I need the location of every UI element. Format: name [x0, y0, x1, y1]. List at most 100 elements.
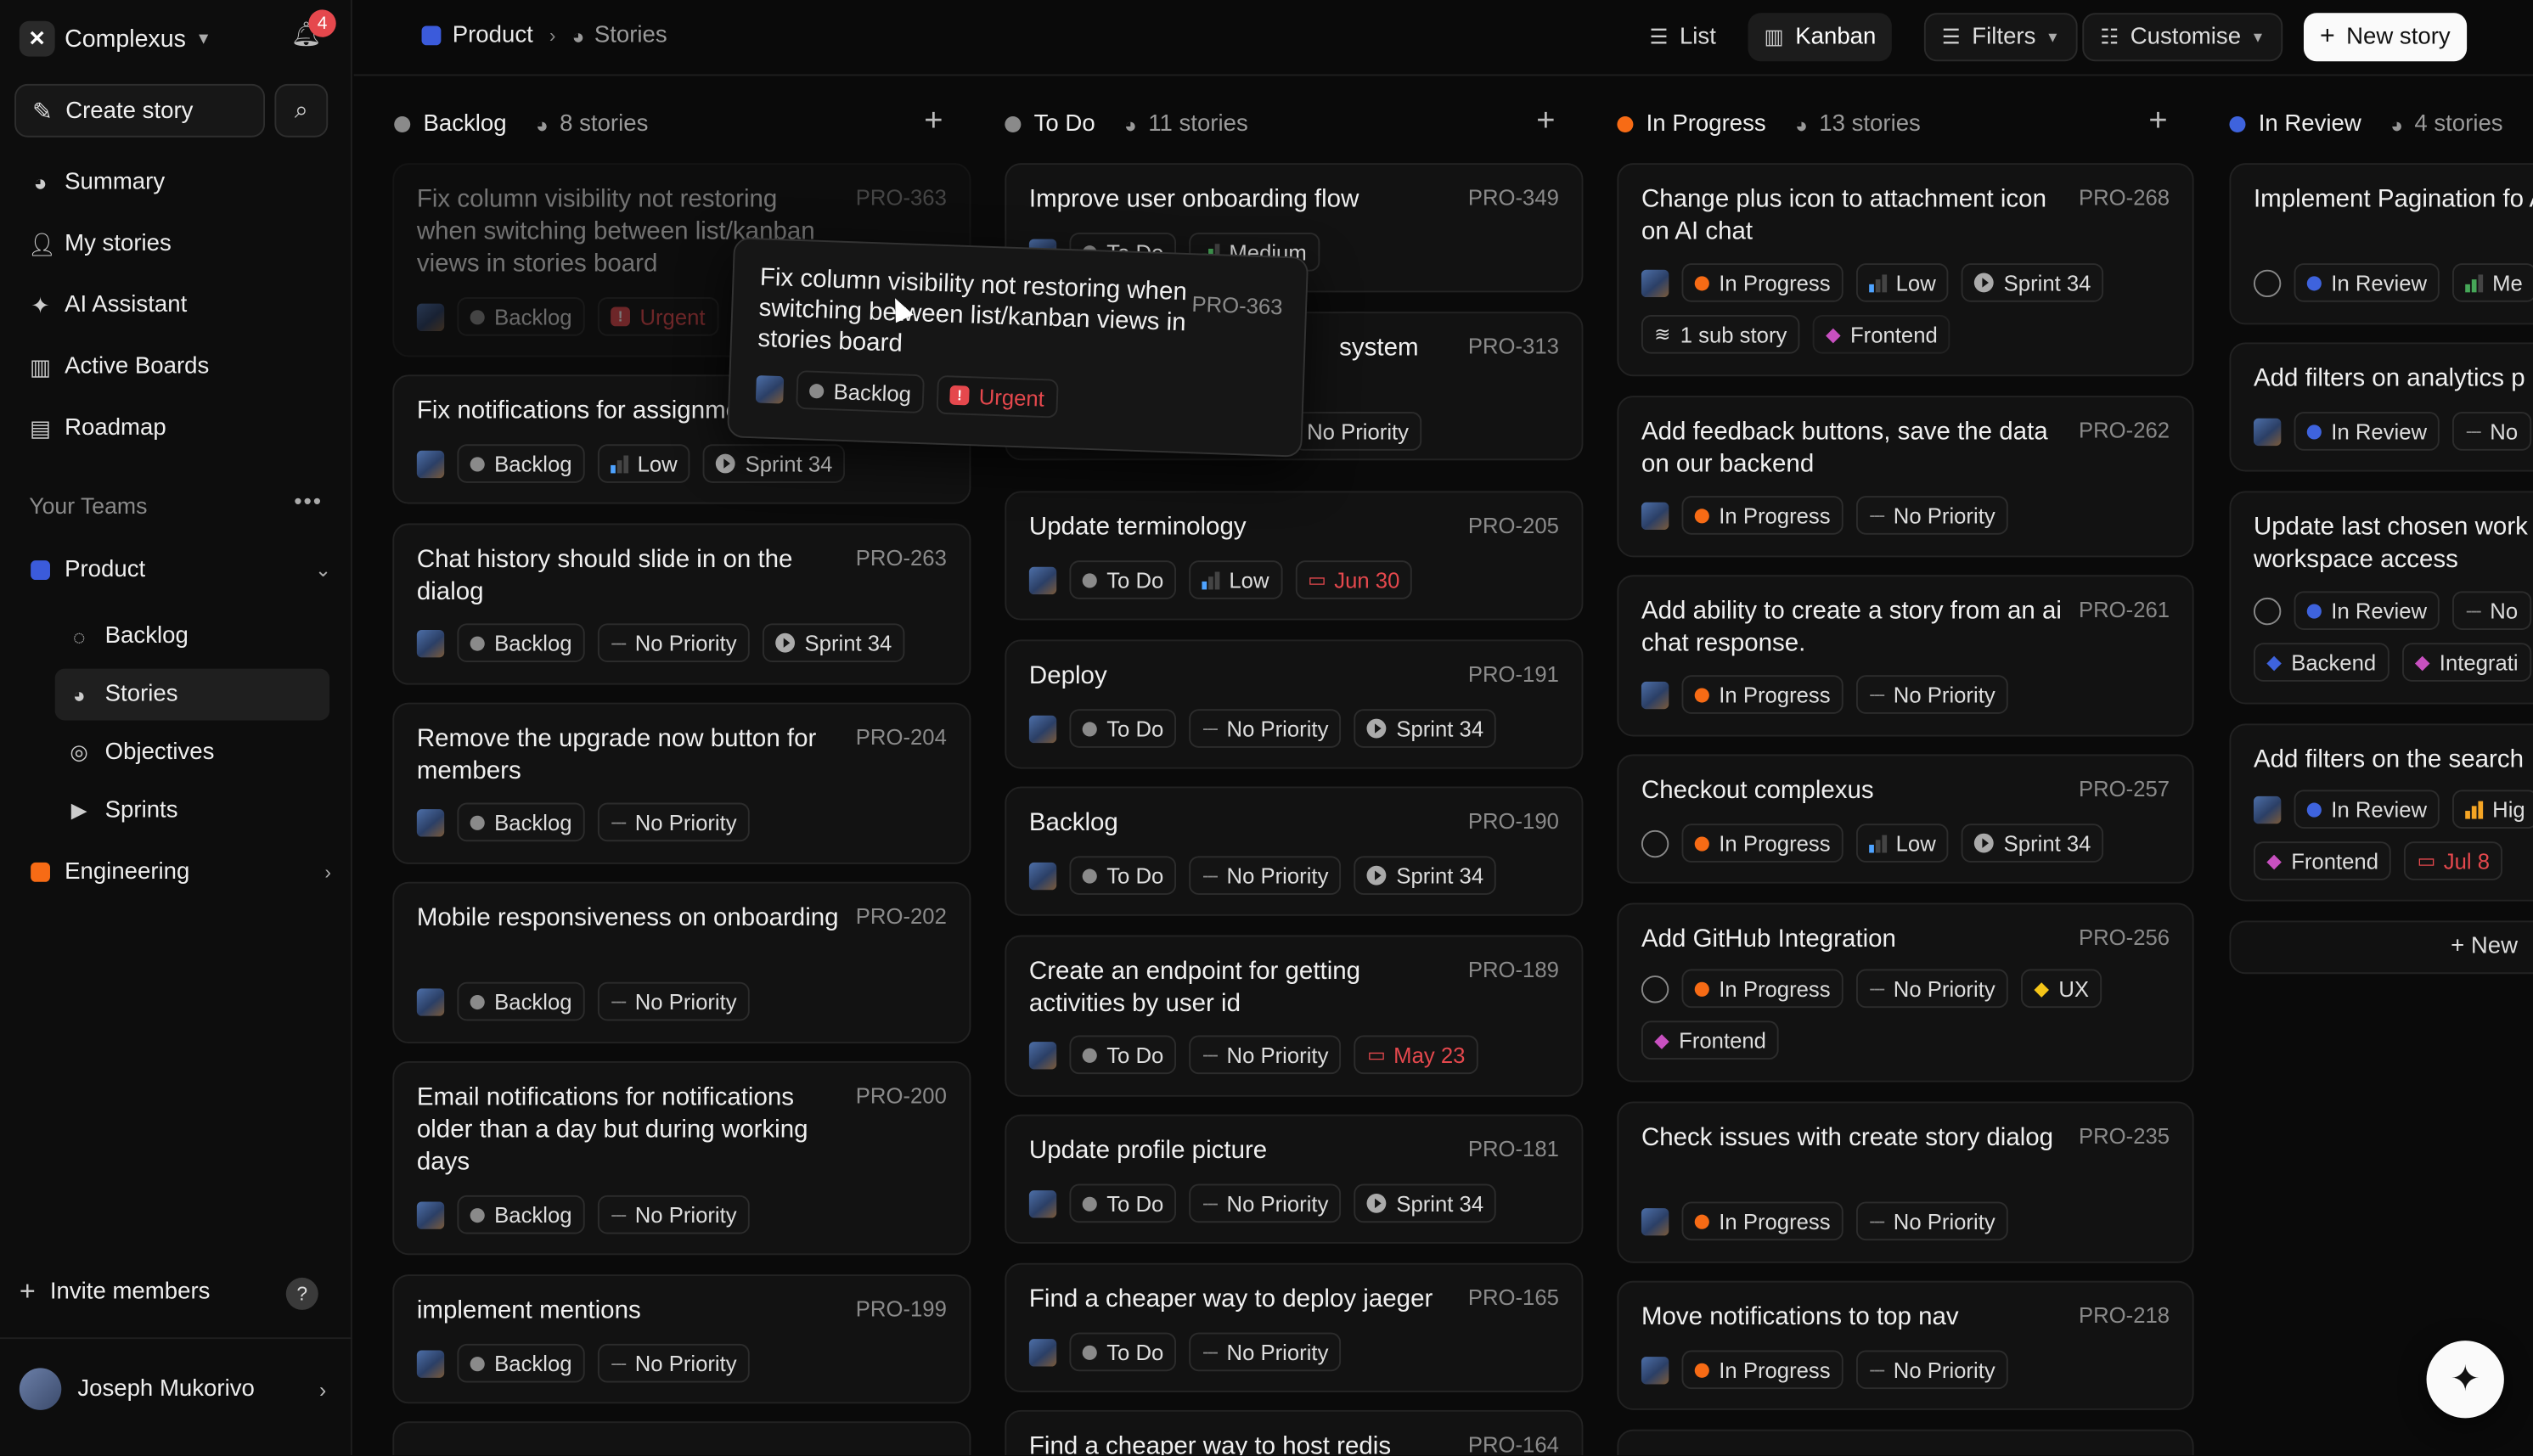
avatar[interactable]	[416, 1349, 445, 1377]
story-card[interactable]: implement mentions PRO-199 Backlog --- No…	[392, 1274, 971, 1404]
priority-chip[interactable]: --- No Priority	[597, 802, 750, 842]
priority-chip[interactable]: ! Urgent	[597, 297, 718, 336]
avatar[interactable]	[416, 808, 445, 836]
help-button[interactable]: ?	[285, 1277, 318, 1310]
status-chip[interactable]: In Review	[2294, 263, 2440, 302]
customise-button[interactable]: ☷ Customise ▼	[2082, 13, 2283, 62]
story-card[interactable]: Chat history should slide in on the dial…	[392, 523, 971, 685]
avatar[interactable]	[1028, 714, 1057, 743]
priority-chip[interactable]: No Priority	[1293, 412, 1422, 451]
priority-chip[interactable]: --- No Priority	[1189, 1183, 1342, 1223]
priority-chip[interactable]: --- No Priority	[1856, 1350, 2008, 1390]
status-chip[interactable]: To Do	[1069, 560, 1177, 599]
story-card[interactable]: Create an endpoint for getting activitie…	[1005, 935, 1584, 1097]
team-engineering[interactable]: Engineering ›	[31, 853, 331, 892]
priority-chip[interactable]: Low	[1856, 263, 1949, 302]
status-chip[interactable]: To Do	[1069, 856, 1177, 895]
nav-my-stories[interactable]: 👤︎ My stories	[27, 224, 171, 263]
status-chip[interactable]: In Progress	[1681, 675, 1843, 714]
story-card[interactable]: Update profile picture PRO-181 To Do ---…	[1005, 1114, 1584, 1244]
priority-chip[interactable]: Low	[597, 444, 690, 483]
unassigned-avatar[interactable]	[1641, 975, 1669, 1003]
team-nav-sprints[interactable]: ▶ Sprints	[55, 785, 329, 837]
add-story-icon[interactable]: +	[1536, 104, 1555, 141]
search-button[interactable]: ⌕	[274, 83, 329, 138]
team-nav-backlog[interactable]: ◌ Backlog	[55, 610, 329, 662]
story-card[interactable]: Add GitHub Integration PRO-256 In Progre…	[1617, 902, 2194, 1082]
priority-chip[interactable]: --- No Priority	[1856, 496, 2008, 535]
status-chip[interactable]: Backlog	[457, 981, 585, 1021]
avatar[interactable]	[416, 449, 445, 478]
sprint-chip[interactable]: Sprint 34	[1962, 824, 2104, 863]
priority-chip[interactable]: --- No Priority	[1189, 1332, 1342, 1372]
avatar[interactable]	[416, 987, 445, 1015]
sprint-chip[interactable]: Sprint 34	[703, 444, 846, 483]
story-card[interactable]: Checkout complexus PRO-257 In Progress L…	[1617, 754, 2194, 884]
avatar[interactable]	[1028, 1338, 1057, 1366]
story-card[interactable]: Add filters on analytics p In Review ---…	[2229, 342, 2533, 472]
status-chip[interactable]: Backlog	[796, 370, 925, 414]
story-card[interactable]: Add feedback buttons, save the data on o…	[1617, 396, 2194, 558]
label-chip[interactable]: ◆ Integrati	[2401, 643, 2531, 682]
story-card[interactable]: Move notifications to top nav PRO-218 In…	[1617, 1280, 2194, 1410]
story-card[interactable]	[1617, 1429, 2194, 1456]
priority-chip[interactable]: Low	[1856, 824, 1949, 863]
avatar[interactable]	[1641, 501, 1669, 530]
due-date-chip[interactable]: ▭ Jun 30	[1294, 560, 1413, 599]
status-chip[interactable]: Backlog	[457, 297, 585, 336]
story-card[interactable]: Add ability to create a story from an ai…	[1617, 575, 2194, 737]
due-date-chip[interactable]: ▭ May 23	[1354, 1035, 1478, 1075]
story-card[interactable]: Implement Pagination fo Activities In Re…	[2229, 163, 2533, 325]
status-chip[interactable]: To Do	[1069, 1035, 1177, 1075]
priority-chip[interactable]: Hig	[2452, 790, 2533, 829]
priority-chip[interactable]: Low	[1189, 560, 1282, 599]
status-chip[interactable]: To Do	[1069, 1183, 1177, 1223]
label-chip[interactable]: ◆ Frontend	[1812, 314, 1951, 354]
story-card[interactable]: Mobile responsiveness on onboarding PRO-…	[392, 881, 971, 1044]
label-chip[interactable]: ◆ Frontend	[2253, 841, 2392, 880]
story-card[interactable]: Remove the upgrade now button for member…	[392, 702, 971, 864]
avatar[interactable]	[1028, 565, 1057, 594]
ai-assistant-fab[interactable]: ✦	[2426, 1341, 2504, 1419]
priority-chip[interactable]: Me	[2452, 263, 2533, 302]
story-card[interactable]: Update terminology PRO-205 To Do Low ▭ Ju…	[1005, 491, 1584, 621]
sprint-chip[interactable]: Sprint 34	[763, 623, 905, 663]
priority-chip[interactable]: --- No Priority	[597, 1195, 750, 1234]
invite-members-button[interactable]: + Invite members	[20, 1276, 211, 1308]
priority-chip[interactable]: --- No	[2452, 412, 2531, 451]
priority-chip[interactable]: --- No Priority	[597, 623, 750, 663]
status-chip[interactable]: Backlog	[457, 802, 585, 842]
dragging-story-card[interactable]: Fix column visibility not restoring when…	[727, 237, 1309, 458]
avatar[interactable]	[2253, 795, 2282, 824]
user-menu[interactable]: Joseph Mukorivo ›	[19, 1368, 326, 1410]
story-card[interactable]	[392, 1421, 971, 1456]
priority-chip[interactable]: ! Urgent	[936, 374, 1058, 419]
unassigned-avatar[interactable]	[1641, 829, 1669, 857]
avatar[interactable]	[416, 1200, 445, 1228]
team-nav-stories[interactable]: ◕ Stories	[54, 668, 330, 721]
breadcrumb-team[interactable]: Product	[453, 23, 533, 48]
status-chip[interactable]: In Progress	[1681, 969, 1843, 1009]
status-chip[interactable]: In Progress	[1681, 824, 1843, 863]
nav-ai-assistant[interactable]: ✦ AI Assistant	[27, 286, 187, 325]
sub-story-chip[interactable]: ≋ 1 sub story	[1641, 314, 1800, 354]
new-story-in-column-button[interactable]: + New	[2229, 920, 2533, 975]
avatar[interactable]	[755, 374, 785, 403]
status-chip[interactable]: To Do	[1069, 1332, 1177, 1372]
story-card[interactable]: Find a cheaper way to deploy jaeger PRO-…	[1005, 1262, 1584, 1392]
status-chip[interactable]: In Progress	[1681, 1350, 1843, 1390]
team-nav-objectives[interactable]: ◎ Objectives	[55, 727, 329, 779]
status-chip[interactable]: In Review	[2294, 591, 2440, 630]
add-story-icon[interactable]: +	[924, 104, 943, 141]
unassigned-avatar[interactable]	[2253, 596, 2282, 625]
priority-chip[interactable]: --- No Priority	[597, 981, 750, 1021]
status-chip[interactable]: Backlog	[457, 444, 585, 483]
story-card[interactable]: Email notifications for notifications ol…	[392, 1060, 971, 1256]
story-card[interactable]: Check issues with create story dialog PR…	[1617, 1101, 2194, 1263]
status-chip[interactable]: In Progress	[1681, 496, 1843, 535]
avatar[interactable]	[1028, 1189, 1057, 1217]
status-chip[interactable]: In Progress	[1681, 263, 1843, 302]
list-view-button[interactable]: ☰ List	[1633, 13, 1731, 61]
priority-chip[interactable]: --- No Priority	[1856, 969, 2008, 1009]
priority-chip[interactable]: --- No Priority	[1856, 675, 2008, 714]
